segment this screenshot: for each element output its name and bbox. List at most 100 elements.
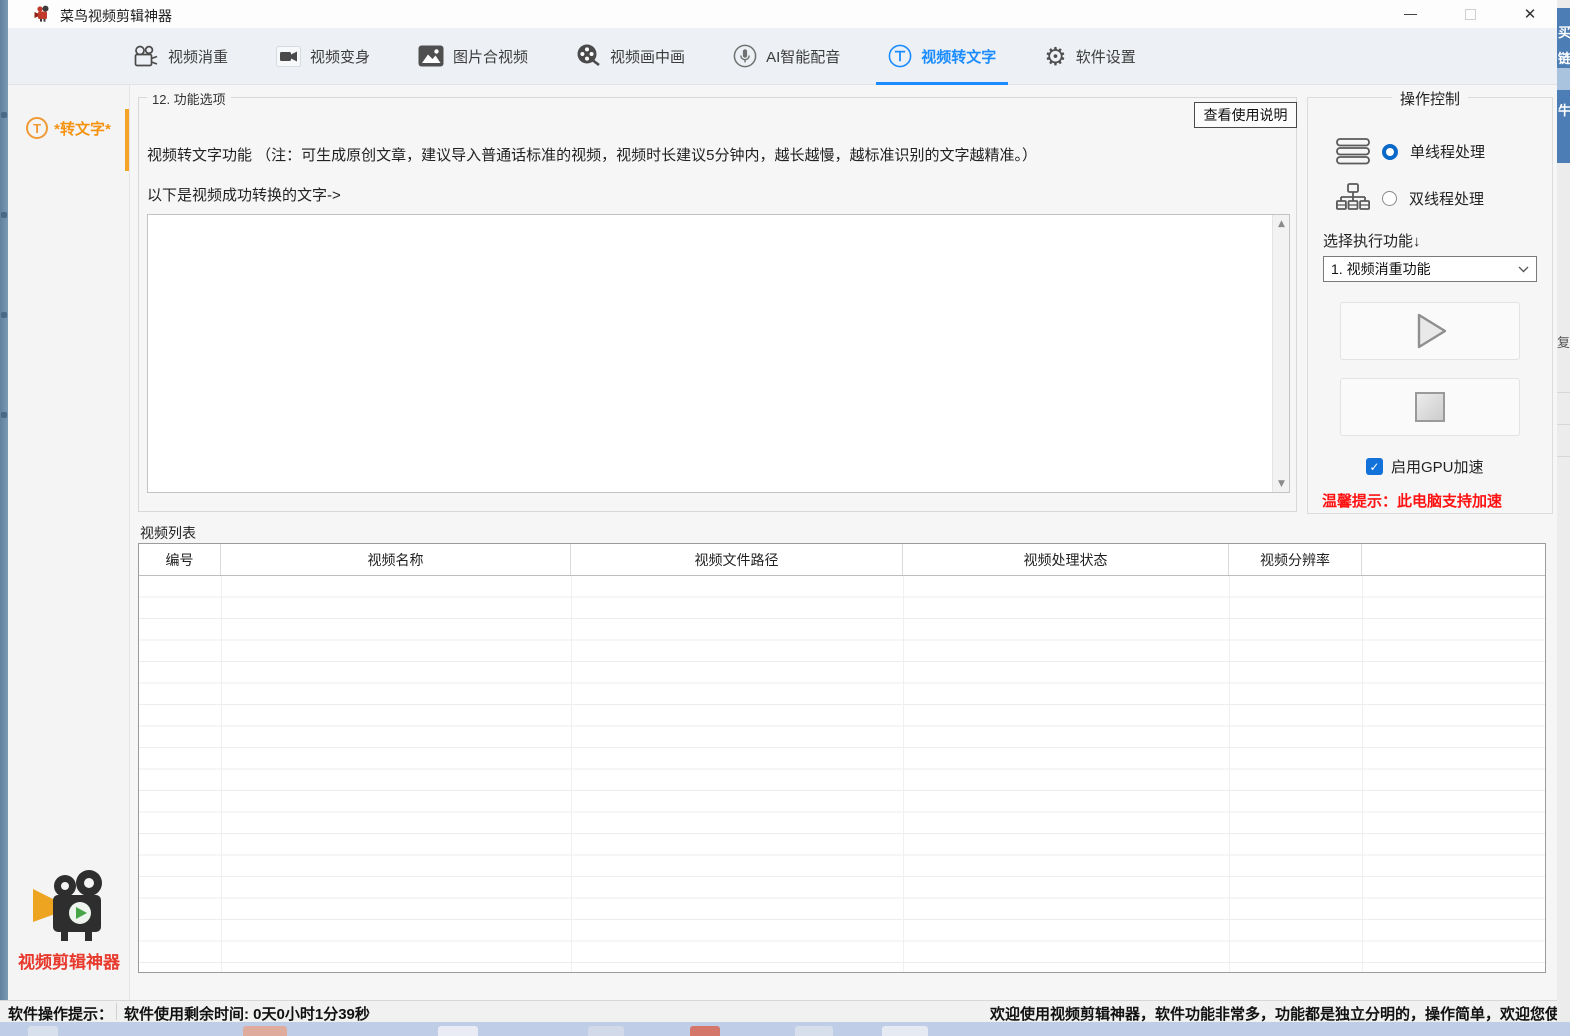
clipped-text-fragment: 买 bbox=[1558, 22, 1570, 41]
edge-line bbox=[1557, 392, 1570, 393]
close-button[interactable]: ✕ bbox=[1508, 0, 1552, 28]
panel-title: 操作控制 bbox=[1392, 88, 1468, 109]
start-button[interactable] bbox=[1340, 302, 1520, 360]
double-thread-label: 双线程处理 bbox=[1409, 188, 1484, 209]
column-separator bbox=[221, 576, 222, 972]
edge-line bbox=[1557, 424, 1570, 425]
double-thread-radio[interactable] bbox=[1382, 191, 1397, 206]
sidebar: T *转文字* 视频剪辑神器 bbox=[8, 85, 130, 1000]
vertical-scrollbar[interactable]: ▲ ▼ bbox=[1272, 215, 1289, 492]
view-instructions-button[interactable]: 查看使用说明 bbox=[1194, 102, 1297, 128]
transcript-textarea[interactable]: ▲ ▼ bbox=[147, 214, 1290, 493]
table-header-row: 编号 视频名称 视频文件路径 视频处理状态 视频分辨率 bbox=[139, 544, 1545, 576]
background-window-edge: 买 链 牛 复 bbox=[1557, 0, 1570, 1022]
taskbar-icon[interactable] bbox=[438, 1026, 478, 1036]
taskbar-icon[interactable] bbox=[28, 1026, 58, 1036]
tab-video-to-text[interactable]: 视频转文字 bbox=[864, 28, 1020, 85]
tab-label: 视频画中画 bbox=[610, 46, 685, 67]
film-reel-icon bbox=[576, 44, 601, 68]
gpu-checkbox-label: 启用GPU加速 bbox=[1391, 456, 1484, 477]
stop-icon bbox=[1415, 392, 1445, 422]
video-list-title: 视频列表 bbox=[140, 523, 196, 543]
gear-icon: ⚙ bbox=[1044, 44, 1066, 69]
function-dropdown-value: 1. 视频消重功能 bbox=[1331, 259, 1431, 279]
taskbar-icon[interactable] bbox=[795, 1026, 833, 1036]
welcome-text: 欢迎使用视频剪辑神器，软件功能非常多，功能都是独立分明的，操作简单，欢迎您使 bbox=[990, 1003, 1557, 1022]
screen: 买 链 牛 复 菜鸟视频剪辑神器 ✕ bbox=[0, 0, 1570, 1036]
movie-camera-logo-icon bbox=[25, 870, 113, 944]
thread-tree-icon bbox=[1336, 183, 1370, 213]
app-logo-icon bbox=[34, 5, 51, 22]
camcorder-icon bbox=[276, 46, 301, 67]
clipped-text-fragment: 链 bbox=[1558, 48, 1570, 67]
chevron-down-icon bbox=[1518, 266, 1529, 273]
tab-ai-voiceover[interactable]: AI智能配音 bbox=[709, 28, 864, 85]
gpu-support-tip: 温馨提示：此电脑支持加速 bbox=[1322, 490, 1502, 511]
table-body-empty[interactable] bbox=[139, 576, 1545, 972]
taskbar-icon[interactable] bbox=[243, 1026, 287, 1036]
sidebar-item-to-text[interactable]: T *转文字* bbox=[8, 99, 129, 157]
active-indicator-bar bbox=[125, 109, 129, 171]
taskbar-icon[interactable] bbox=[690, 1026, 720, 1036]
video-list-table[interactable]: 编号 视频名称 视频文件路径 视频处理状态 视频分辨率 bbox=[138, 543, 1546, 973]
function-select-label: 选择执行功能↓ bbox=[1323, 230, 1421, 251]
clipped-text-fragment: 复 bbox=[1557, 332, 1570, 351]
taskbar-icon[interactable] bbox=[882, 1026, 928, 1036]
scroll-up-icon[interactable]: ▲ bbox=[1273, 215, 1290, 232]
edge-mark bbox=[1, 312, 7, 318]
tab-video-dedup[interactable]: 视频消重 bbox=[108, 28, 252, 85]
status-label: 软件操作提示： bbox=[8, 1003, 113, 1022]
edge-mark bbox=[1, 212, 7, 218]
scroll-down-icon[interactable]: ▼ bbox=[1273, 475, 1290, 492]
edge-line bbox=[1557, 456, 1570, 457]
tab-picture-to-video[interactable]: 图片合视频 bbox=[394, 28, 552, 85]
column-separator bbox=[1229, 576, 1230, 972]
logo-label: 视频剪辑神器 bbox=[8, 948, 130, 973]
stacked-layers-icon bbox=[1336, 138, 1370, 165]
taskbar-icon[interactable] bbox=[588, 1026, 624, 1036]
operation-control-panel: 操作控制 单线程处理 bbox=[1307, 97, 1553, 514]
tab-label: 视频消重 bbox=[168, 46, 228, 67]
gpu-checkbox[interactable]: ✓ bbox=[1366, 458, 1383, 475]
maximize-button[interactable] bbox=[1448, 0, 1492, 28]
column-separator bbox=[1362, 576, 1363, 972]
gpu-accel-option[interactable]: ✓ 启用GPU加速 bbox=[1366, 456, 1484, 477]
main-tab-bar: 视频消重 视频变身 图片合视频 bbox=[8, 28, 1557, 85]
stop-button[interactable] bbox=[1340, 378, 1520, 436]
letter-t-icon bbox=[888, 44, 912, 68]
function-dropdown[interactable]: 1. 视频消重功能 bbox=[1323, 256, 1537, 282]
title-bar: 菜鸟视频剪辑神器 ✕ bbox=[8, 0, 1557, 28]
column-header-resolution[interactable]: 视频分辨率 bbox=[1229, 544, 1362, 575]
single-thread-label: 单线程处理 bbox=[1410, 141, 1485, 162]
tab-software-settings[interactable]: ⚙ 软件设置 bbox=[1020, 28, 1159, 85]
letter-t-icon: T bbox=[26, 117, 48, 139]
column-header-video-name[interactable]: 视频名称 bbox=[221, 544, 571, 575]
single-thread-option[interactable]: 单线程处理 bbox=[1336, 138, 1485, 165]
tab-label: 软件设置 bbox=[1076, 46, 1136, 67]
remaining-time-text: 软件使用剩余时间: 0天0小时1分39秒 bbox=[124, 1003, 370, 1022]
clipped-text-fragment: 牛 bbox=[1558, 100, 1570, 119]
movie-camera-icon bbox=[132, 45, 159, 68]
taskbar-edge bbox=[0, 1022, 1570, 1036]
tab-label: AI智能配音 bbox=[766, 46, 840, 67]
column-header-process-status[interactable]: 视频处理状态 bbox=[903, 544, 1229, 575]
function-options-groupbox: 12. 功能选项 查看使用说明 视频转文字功能 （注：可生成原创文章，建议导入普… bbox=[138, 97, 1297, 512]
main-content: 12. 功能选项 查看使用说明 视频转文字功能 （注：可生成原创文章，建议导入普… bbox=[130, 85, 1557, 1000]
tab-label: 视频转文字 bbox=[921, 46, 996, 67]
window-title: 菜鸟视频剪辑神器 bbox=[60, 6, 172, 26]
app-logo: 视频剪辑神器 bbox=[8, 870, 130, 973]
column-header-index[interactable]: 编号 bbox=[139, 544, 221, 575]
minimize-icon bbox=[1404, 14, 1417, 15]
tab-picture-in-picture[interactable]: 视频画中画 bbox=[552, 28, 709, 85]
status-bar: 软件操作提示： 软件使用剩余时间: 0天0小时1分39秒 欢迎使用视频剪辑神器，… bbox=[0, 1000, 1557, 1022]
maximize-icon bbox=[1465, 9, 1476, 20]
picture-icon bbox=[418, 45, 444, 67]
single-thread-radio[interactable] bbox=[1382, 144, 1398, 160]
edge-mark bbox=[1, 112, 7, 118]
double-thread-option[interactable]: 双线程处理 bbox=[1336, 183, 1484, 213]
column-header-file-path[interactable]: 视频文件路径 bbox=[571, 544, 903, 575]
feature-note-text: 视频转文字功能 （注：可生成原创文章，建议导入普通话标准的视频，视频时长建议5分… bbox=[147, 144, 1037, 165]
groupbox-title: 12. 功能选项 bbox=[147, 89, 231, 108]
tab-video-transform[interactable]: 视频变身 bbox=[252, 28, 394, 85]
minimize-button[interactable] bbox=[1388, 0, 1432, 28]
